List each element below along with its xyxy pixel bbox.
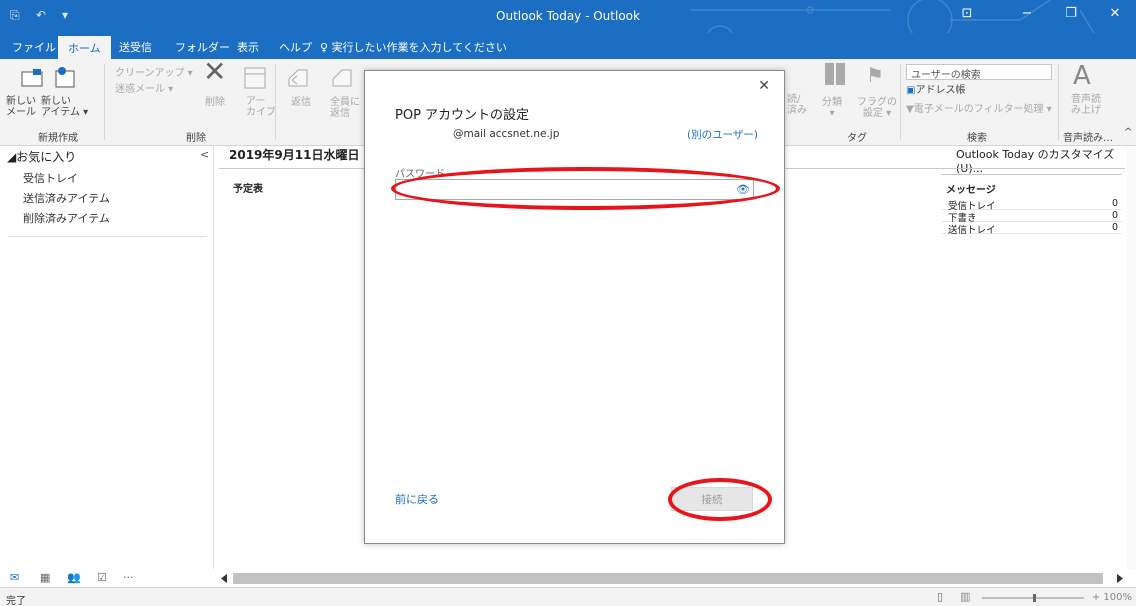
ribbon-tabs: ファイル ホーム 送受信 フォルダー 表示 ヘルプ ♀ 実行したい作業を入力して…	[0, 33, 1136, 59]
delete-button[interactable]: 削除	[205, 97, 225, 108]
close-icon[interactable]: ✕	[758, 78, 770, 94]
new-mail-icon[interactable]	[21, 69, 43, 87]
group-tags-label: タグ	[847, 133, 867, 144]
group-search-label: 検索	[967, 133, 987, 144]
calendar-section-title[interactable]: 予定表	[233, 180, 263, 195]
tell-me-search[interactable]: ♀ 実行したい作業を入力してください	[320, 39, 507, 55]
follow-up-button[interactable]: フラグの 設定 ▾	[857, 97, 897, 119]
categorize-button[interactable]: 分類 ▾	[822, 97, 842, 119]
ribbon-separator	[275, 64, 276, 140]
tab-file[interactable]: ファイル	[12, 39, 56, 55]
new-items-button[interactable]: 新しい アイテム ▾	[41, 96, 88, 118]
more-icon[interactable]: ···	[123, 571, 134, 584]
eye-icon[interactable]: 👁	[733, 180, 753, 199]
nav-item-sent[interactable]: 送信済みアイテム	[23, 190, 110, 206]
cleanup-button[interactable]: クリーンアップ ▾	[115, 68, 193, 79]
message-row[interactable]: 受信トレイ 0	[942, 198, 1122, 212]
new-items-icon[interactable]	[53, 65, 75, 89]
group-new-label: 新規作成	[38, 133, 78, 144]
folder-pane: ◢お気に入り < 受信トレイ 送信済みアイテム 削除済みアイテム	[0, 146, 214, 569]
user-search-input[interactable]: ユーザーの検索	[906, 64, 1052, 81]
tab-send-receive[interactable]: 送受信	[119, 39, 152, 55]
junk-button[interactable]: 迷惑メール ▾	[115, 84, 173, 95]
horizontal-scrollbar[interactable]	[219, 571, 1127, 586]
address-book-button[interactable]: ▣アドレス帳	[906, 85, 965, 96]
filter-email-button[interactable]: ▼電子メールのフィルター処理 ▾	[906, 104, 1052, 115]
read-aloud-icon[interactable]: A	[1073, 61, 1091, 91]
nav-item-deleted[interactable]: 削除済みアイテム	[23, 210, 110, 226]
normal-view-icon[interactable]: ▯	[937, 590, 943, 603]
new-mail-button[interactable]: 新しい メール	[6, 96, 36, 118]
zoom-level[interactable]: + 100%	[1092, 592, 1132, 603]
tab-folder[interactable]: フォルダー	[175, 39, 230, 55]
nav-item-inbox[interactable]: 受信トレイ	[23, 170, 78, 186]
pop-account-settings-dialog: ✕ POP アカウントの設定 @mail accsnet.ne.jp (別のユー…	[364, 70, 785, 544]
close-window-button[interactable]: ✕	[1100, 6, 1130, 21]
messages-panel: メッセージ 受信トレイ 0 下書き 0 送信トレイ 0	[942, 174, 1122, 236]
tasks-icon[interactable]: ☑	[97, 571, 107, 584]
reply-all-icon[interactable]	[330, 67, 354, 89]
today-date: 2019年9月11日水曜日	[229, 148, 360, 162]
archive-icon[interactable]	[244, 67, 266, 89]
reply-button[interactable]: 返信	[291, 97, 311, 108]
different-user-link[interactable]: (別のユーザー)	[687, 127, 758, 142]
messages-title[interactable]: メッセージ	[942, 174, 1122, 198]
status-text: 完了	[6, 596, 26, 606]
connect-button[interactable]: 接続	[671, 487, 753, 511]
tab-home[interactable]: ホーム	[58, 36, 111, 59]
collapse-folder-pane-icon[interactable]: <	[200, 148, 209, 161]
reading-view-icon[interactable]: ▥	[960, 590, 970, 603]
group-speech-label: 音声読み…	[1063, 133, 1113, 144]
back-link[interactable]: 前に戻る	[395, 491, 439, 507]
dialog-title: POP アカウントの設定	[395, 108, 530, 123]
nav-divider	[8, 236, 206, 237]
filter-icon: ▼	[906, 104, 914, 115]
ribbon-display-options-button[interactable]: ⊡	[952, 6, 982, 21]
tab-view[interactable]: 表示	[237, 39, 259, 55]
maximize-button[interactable]: ❐	[1056, 6, 1086, 21]
module-switcher: ✉ ▦ 👥 ☑ ···	[0, 569, 214, 587]
message-row[interactable]: 下書き 0	[942, 210, 1122, 224]
unread-read-button[interactable]: 読/ 済み	[787, 94, 807, 116]
favorites-header[interactable]: ◢お気に入り	[7, 148, 76, 165]
reply-all-button[interactable]: 全員に 返信	[330, 97, 360, 119]
group-delete-label: 削除	[186, 133, 206, 144]
archive-button[interactable]: アー カイブ	[246, 96, 276, 118]
password-field[interactable]	[395, 179, 754, 200]
customize-outlook-today-link[interactable]: Outlook Today のカスタマイズ(U)...	[956, 146, 1136, 175]
delete-icon[interactable]: ✕	[203, 55, 226, 88]
read-aloud-button[interactable]: 音声読 み上げ	[1071, 94, 1101, 116]
title-bar: ⎘ ↶ ▾ Outlook Today - Outlook ⊡ − ❐ ✕	[0, 0, 1136, 72]
people-icon[interactable]: 👥	[67, 571, 81, 584]
minimize-button[interactable]: −	[1012, 6, 1042, 21]
ribbon-separator	[1058, 64, 1059, 140]
tab-help[interactable]: ヘルプ	[279, 39, 312, 55]
collapse-ribbon-icon[interactable]: ^	[1124, 127, 1132, 138]
categorize-icon[interactable]	[825, 63, 847, 85]
account-email: @mail accsnet.ne.jp	[453, 128, 560, 140]
reply-icon[interactable]	[286, 67, 310, 89]
ribbon-separator	[104, 64, 105, 140]
ribbon-separator	[900, 64, 901, 140]
status-bar: 完了 ▯ ▥ + 100%	[0, 587, 1136, 606]
message-row[interactable]: 送信トレイ 0	[942, 222, 1122, 236]
vertical-scrollbar[interactable]	[1127, 146, 1136, 569]
mail-icon[interactable]: ✉	[10, 571, 19, 584]
lightbulb-icon: ♀	[320, 41, 332, 54]
flag-icon[interactable]: ⚑	[866, 63, 884, 87]
calendar-icon[interactable]: ▦	[40, 571, 50, 584]
password-label: パスワード	[395, 169, 445, 180]
zoom-slider[interactable]	[978, 593, 1088, 603]
